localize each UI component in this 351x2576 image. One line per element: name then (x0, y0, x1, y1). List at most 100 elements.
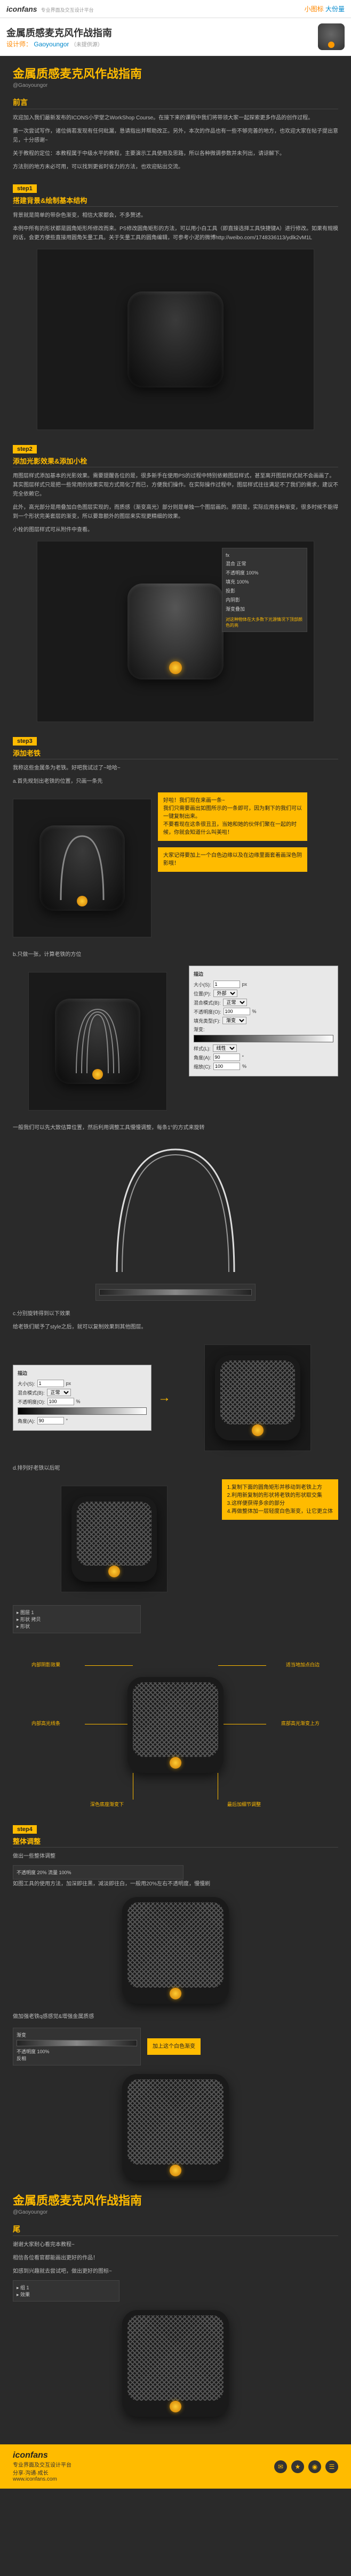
end-layers-panel: ▸ 组 1 ▸ 效果 (13, 2280, 119, 2302)
logo-sub: 专业界面及交互设计平台 (41, 7, 94, 13)
fx-row: 填充 100% (226, 577, 304, 586)
page-header: iconfans 专业界面及交互设计平台 小图标 大份量 (0, 0, 351, 18)
annot-3: 内部高光线条 (31, 1720, 60, 1727)
social-icon[interactable]: ✉ (274, 2460, 287, 2473)
blend-select[interactable]: 正常 (223, 999, 247, 1006)
layer-row[interactable]: ▸ 效果 (17, 2291, 116, 2298)
step3-row-c: 描边 大小(S): px 混合模式(B):正常 不透明度(O): % 角度(A)… (13, 1338, 338, 1457)
blend-select[interactable]: 正常 (47, 1389, 71, 1396)
step1-p2: 本例中所有的形状都是圆角矩形所修改而来。PS修改圆角矩形的方法，可以用小白工具（… (13, 224, 338, 242)
end-author: @Gaoyoungor (13, 2209, 338, 2215)
icon-annotated (127, 1677, 224, 1773)
preface-p4: 方法别的地方未必可用，可以找到更省时省力的方法，也欢迎贴出交流。 (13, 163, 338, 172)
icon-full-mesh (71, 1496, 157, 1582)
social-icon[interactable]: ◉ (308, 2460, 321, 2473)
propagate-note: 给老铁们赋予了style之后，就可以复制效果到其他图层。 (13, 1323, 338, 1332)
preface-p2: 第一次尝试写作，诸位倘若发现有任何纰漏，恳请指出并帮助改正。另外，本次的作品也有… (13, 127, 338, 145)
style-select[interactable]: 线性 (213, 1044, 237, 1052)
step1-title: 搭建背景&绘制基本结构 (13, 195, 338, 205)
step4-p2: 如图工具的使用方法，加深即往黑，减淡即往白，一般用20%左右不透明度，慢慢刷 (13, 1880, 338, 1889)
step3-title: 添加老铁 (13, 748, 338, 758)
header-tagline: 小图标 大份量 (305, 4, 345, 13)
footer-line1: 专业界面及交互设计平台 (13, 2460, 71, 2468)
step3-p1: 我称这些金属条为老铁。好吧我试过了~哈哈~ (13, 764, 338, 773)
social-icon[interactable]: ★ (291, 2460, 304, 2473)
label: 混合模式(B): (194, 999, 221, 1006)
label: 位置(P): (194, 990, 211, 997)
panel-row: 渐变 (17, 2031, 137, 2038)
gradient-strip[interactable] (99, 1289, 252, 1295)
fill-select[interactable]: 渐变 (222, 1017, 246, 1024)
designer-line: 设计师： Gaoyoungor （未提供源） (6, 39, 112, 48)
ps-panel-title: 描边 (194, 970, 333, 977)
end-label: 尾 (13, 2224, 338, 2234)
layer-row[interactable]: ▸ 形状 (17, 1623, 137, 1630)
label: 缩放(C): (194, 1063, 211, 1070)
gradient-bar[interactable] (18, 1407, 147, 1415)
step2-tag: step2 (13, 445, 37, 453)
step2-p2: 此外，高光部分是用叠加白色图层实现的，而质感（渐变高光）部分则是单独一个图层画的… (13, 503, 338, 521)
preface-p3: 关于教程的定位：本教程属于中级水平的教程，主要演示工具使用及思路，所以各种微调参… (13, 149, 338, 158)
opacity-input[interactable] (224, 1008, 250, 1015)
step3d-figure (61, 1486, 167, 1592)
scale-input[interactable] (213, 1063, 240, 1070)
step3-row-d: 1.复制下面的圆角矩形并移动到老铁上方 2.利用新复制的形状将老铁的形状取交集 … (13, 1479, 338, 1599)
step4-p1: 做出一些整体调整 (13, 1852, 338, 1861)
step3b-figure (28, 972, 167, 1111)
gradient-strip-wrap (95, 1284, 256, 1301)
panel-row: 反相 (17, 2055, 137, 2062)
step3a-figure (13, 799, 151, 937)
pos-select[interactable]: 外部 (213, 990, 237, 997)
annot-5: 深色底座渐变下 (90, 1801, 124, 1808)
footer-icons: ✉ ★ ◉ ☰ (274, 2460, 338, 2473)
label: 角度(A): (18, 1417, 35, 1424)
footer-left: iconfans 专业界面及交互设计平台 分享·沟通·成长 www.iconfa… (13, 2451, 71, 2482)
knob-icon (92, 1069, 103, 1080)
content-area: 金属质感麦克风作战指南 @Gaoyoungor 前言 欢迎加入我们最新发布的IC… (0, 56, 351, 2434)
label: 大小(S): (18, 1380, 35, 1387)
annot-4: 底部高光渐变上方 (281, 1720, 320, 1727)
annot-6: 最后加细节调整 (227, 1801, 261, 1808)
size-input[interactable] (37, 1380, 64, 1387)
layer-row[interactable]: ▸ 组 1 (17, 2284, 116, 2291)
layer-row[interactable]: ▸ 图层 1 (17, 1609, 137, 1616)
step1-p1: 背景就是简单的带杂色渐变，相信大家都会，不多赘述。 (13, 211, 338, 220)
panel-row: 不透明度 100% (17, 2048, 137, 2055)
step3-row-a: 好啦！我们现在来画一条~ 我们只需要画出如图所示的一条即可，因为剩下的我们可以一… (13, 792, 338, 944)
final-figure-3 (122, 2310, 229, 2417)
designer-name: Gaoyoungor (34, 40, 69, 48)
label: 混合模式(B): (18, 1389, 45, 1396)
layer-row[interactable]: ▸ 形状 拷贝 (17, 1616, 137, 1623)
step2-p3: 小栓的图层样式可从附件中查看。 (13, 525, 338, 534)
step4-row: 渐变 不透明度 100% 反相 加上这个白色渐变 (13, 2028, 338, 2065)
opacity-input[interactable] (47, 1398, 74, 1405)
fx-row: 不透明度 100% (226, 568, 304, 577)
fx-row: 内阴影 (226, 595, 304, 604)
step3-tag: step3 (13, 737, 37, 746)
angle-input[interactable] (213, 1054, 240, 1061)
main-title: 金属质感麦克风作战指南 (13, 64, 338, 82)
designer-note: （未提供源） (71, 42, 103, 48)
end-p1: 谢谢大家耐心看完本教程~ (13, 2240, 338, 2249)
annotated-figure: 内部阴影效果 适当地加点白边 内部高光线条 底部高光渐变上方 深色底座渐变下 最… (26, 1640, 325, 1810)
divider (13, 206, 338, 207)
ps-stroke-panel-2: 描边 大小(S): px 混合模式(B):正常 不透明度(O): % 角度(A)… (13, 1365, 151, 1431)
footer-logo: iconfans (13, 2451, 71, 2460)
designer-label: 设计师： (6, 40, 32, 48)
angle-input[interactable] (37, 1417, 64, 1424)
divider (13, 1847, 338, 1848)
step3-row-b: 描边 大小(S): px 位置(P):外部 混合模式(B):正常 不透明度(O)… (13, 966, 338, 1117)
size-input[interactable] (213, 981, 240, 988)
label: 角度(A): (194, 1054, 211, 1061)
page-title: 金属质感麦克风作战指南 (6, 26, 112, 39)
annot-line (218, 1665, 266, 1666)
end-p2: 相信各位看官都能画出更好的作品！ (13, 2254, 338, 2263)
annot-center (127, 1677, 224, 1773)
gradient-bar[interactable] (194, 1035, 333, 1042)
callout-2: 大家记得要加上一个白色边缘以及在边缘里面套着画深色阴影哦！ (158, 847, 307, 872)
label: 渐变: (194, 1026, 205, 1033)
social-icon[interactable]: ☰ (325, 2460, 338, 2473)
gradient-bar[interactable] (17, 2040, 137, 2046)
toolbar-text: 不透明度 20% 流量 100% (17, 1870, 71, 1875)
wire-arc-figure (95, 1139, 256, 1277)
